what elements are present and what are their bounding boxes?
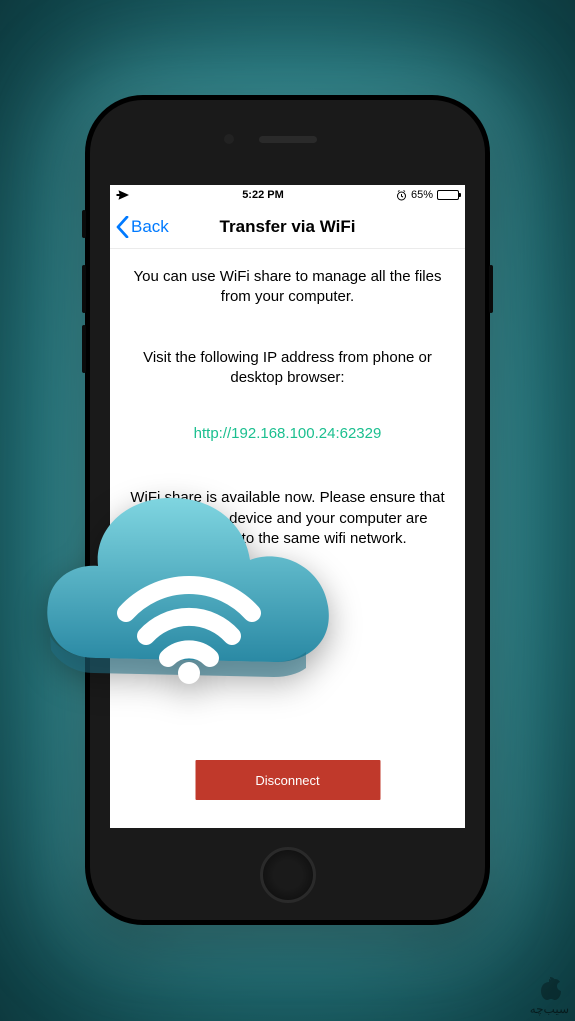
- volume-up-button: [82, 265, 86, 313]
- phone-bezel: 5:22 PM 65% Back Transfer via WiFi You c…: [90, 100, 485, 920]
- watermark: سیب‌چه: [530, 973, 569, 1015]
- status-time: 5:22 PM: [242, 189, 284, 201]
- watermark-icon: [537, 973, 561, 1001]
- power-button: [489, 265, 493, 313]
- back-button[interactable]: Back: [110, 216, 169, 238]
- front-camera: [224, 134, 234, 144]
- phone-speaker: [259, 136, 317, 143]
- availability-note: WiFi share is available now. Please ensu…: [130, 488, 445, 549]
- disconnect-button[interactable]: Disconnect: [195, 760, 380, 800]
- battery-icon: [437, 190, 459, 200]
- back-label: Back: [131, 217, 169, 237]
- volume-down-button: [82, 325, 86, 373]
- screen: 5:22 PM 65% Back Transfer via WiFi You c…: [110, 185, 465, 828]
- content-area: You can use WiFi share to manage all the…: [110, 249, 465, 549]
- battery-text: 65%: [411, 189, 433, 201]
- alarm-icon: [396, 190, 407, 201]
- mute-switch: [82, 210, 86, 238]
- intro-text: You can use WiFi share to manage all the…: [130, 267, 445, 308]
- nav-bar: Back Transfer via WiFi: [110, 205, 465, 249]
- chevron-left-icon: [116, 216, 129, 238]
- airplane-icon: [116, 189, 130, 201]
- status-bar: 5:22 PM 65%: [110, 185, 465, 205]
- home-button[interactable]: [260, 847, 316, 903]
- phone-frame: 5:22 PM 65% Back Transfer via WiFi You c…: [85, 95, 490, 925]
- visit-prompt: Visit the following IP address from phon…: [130, 348, 445, 389]
- ip-url-link[interactable]: http://192.168.100.24:62329: [130, 424, 445, 444]
- status-left: [116, 189, 130, 201]
- watermark-text: سیب‌چه: [530, 1003, 569, 1015]
- status-right: 65%: [396, 189, 459, 201]
